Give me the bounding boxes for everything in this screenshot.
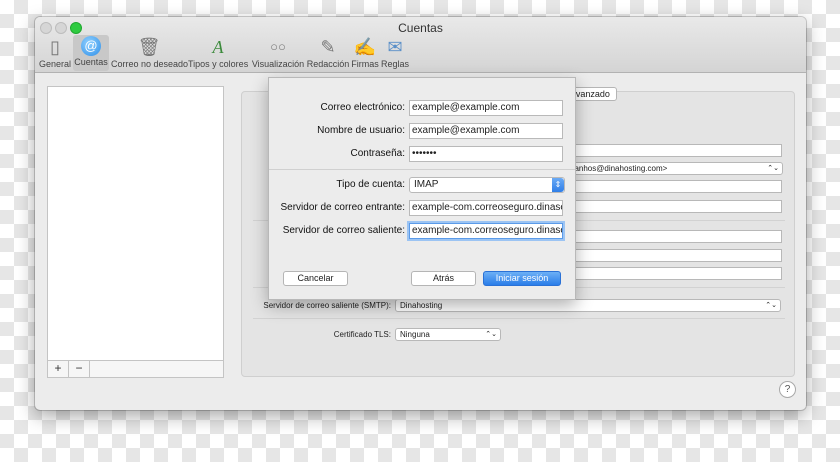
tab-correo-no-deseado[interactable]: 🗑 Correo no deseado — [111, 35, 189, 71]
password-field[interactable]: ••••••• — [409, 146, 563, 162]
account-field-1[interactable] — [573, 144, 782, 157]
switch-icon: ▯ — [50, 37, 60, 57]
password-label: Contraseña: — [350, 148, 405, 159]
tab-correo-no-deseado-label: Correo no deseado — [111, 59, 189, 69]
account-field-3[interactable] — [573, 200, 782, 213]
trash-icon: 🗑 — [137, 37, 161, 57]
account-field-5[interactable] — [573, 249, 782, 262]
cancel-button[interactable]: Cancelar — [283, 271, 348, 286]
add-account-button[interactable]: + — [48, 361, 69, 377]
account-type-select[interactable]: IMAP ⇕ — [409, 177, 565, 193]
glasses-icon: ○○ — [270, 39, 286, 54]
email-address-select[interactable]: banhos@dinahosting.com> ⌃⌄ — [565, 162, 783, 175]
tab-firmas-label: Firmas — [351, 59, 379, 69]
account-type-label: Tipo de cuenta: — [336, 179, 405, 190]
back-button[interactable]: Atrás — [411, 271, 476, 286]
tab-visualizacion[interactable]: ○○ Visualización — [250, 35, 306, 71]
chevron-updown-icon: ⌃⌄ — [767, 165, 779, 172]
smtp-label: Servidor de correo saliente (SMTP): — [263, 301, 391, 310]
username-label: Nombre de usuario: — [317, 125, 405, 136]
divider — [253, 318, 785, 319]
tab-tipos-y-colores-label: Tipos y colores — [188, 59, 249, 69]
tls-select[interactable]: Ninguna ⌃⌄ — [395, 328, 501, 341]
tab-general-label: General — [38, 59, 72, 69]
divider — [269, 169, 575, 170]
font-icon: A — [212, 37, 224, 57]
tab-cuentas-label: Cuentas — [74, 57, 108, 67]
chevron-updown-icon: ⇕ — [552, 178, 564, 192]
tab-reglas[interactable]: ✉ Reglas — [381, 35, 409, 71]
email-label: Correo electrónico: — [320, 102, 405, 113]
at-icon: @ — [81, 36, 101, 56]
tls-value: Ninguna — [400, 330, 430, 339]
account-type-value: IMAP — [414, 179, 439, 190]
incoming-server-label: Servidor de correo entrante: — [280, 202, 405, 213]
help-button[interactable]: ? — [779, 381, 796, 398]
tab-cuentas[interactable]: @ Cuentas — [73, 35, 109, 71]
tab-reglas-label: Reglas — [381, 59, 410, 69]
add-account-sheet: Correo electrónico: example@example.com … — [268, 77, 576, 300]
chevron-updown-icon: ⌃⌄ — [485, 331, 497, 338]
signature-icon: ✍ — [353, 37, 377, 57]
email-field[interactable]: example@example.com — [409, 100, 563, 116]
pencil-icon: ✎ — [320, 37, 336, 57]
account-list[interactable] — [47, 86, 224, 378]
tls-label: Certificado TLS: — [333, 330, 391, 339]
tab-visualizacion-label: Visualización — [251, 59, 305, 69]
window-title: Cuentas — [398, 21, 443, 35]
tab-redaccion-label: Redacción — [306, 59, 350, 69]
incoming-server-field[interactable]: example-com.correoseguro.dinaser — [409, 200, 563, 216]
sign-in-button[interactable]: Iniciar sesión — [483, 271, 561, 286]
username-field[interactable]: example@example.com — [409, 123, 563, 139]
account-field-2[interactable] — [573, 180, 782, 193]
tab-redaccion[interactable]: ✎ Redacción — [306, 35, 350, 71]
smtp-select[interactable]: Dinahosting ⌃⌄ — [395, 299, 781, 312]
rules-icon: ✉ — [387, 37, 403, 57]
remove-account-button[interactable]: − — [69, 361, 90, 377]
chevron-updown-icon: ⌃⌄ — [765, 302, 777, 309]
outgoing-server-field[interactable]: example-com.correoseguro.dinaser — [409, 223, 563, 239]
toolbar: Cuentas ▯ General @ Cuentas 🗑 Correo no … — [35, 17, 806, 73]
outgoing-server-label: Servidor de correo saliente: — [282, 225, 405, 236]
email-address-value: banhos@dinahosting.com> — [570, 164, 668, 173]
account-field-6[interactable] — [573, 267, 782, 280]
tab-firmas[interactable]: ✍ Firmas — [351, 35, 379, 71]
account-list-toolbar: + − — [47, 360, 224, 378]
smtp-value: Dinahosting — [400, 301, 443, 310]
tab-general[interactable]: ▯ General — [37, 35, 73, 71]
account-field-4[interactable] — [573, 230, 782, 243]
tab-tipos-y-colores[interactable]: A Tipos y colores — [188, 35, 248, 71]
